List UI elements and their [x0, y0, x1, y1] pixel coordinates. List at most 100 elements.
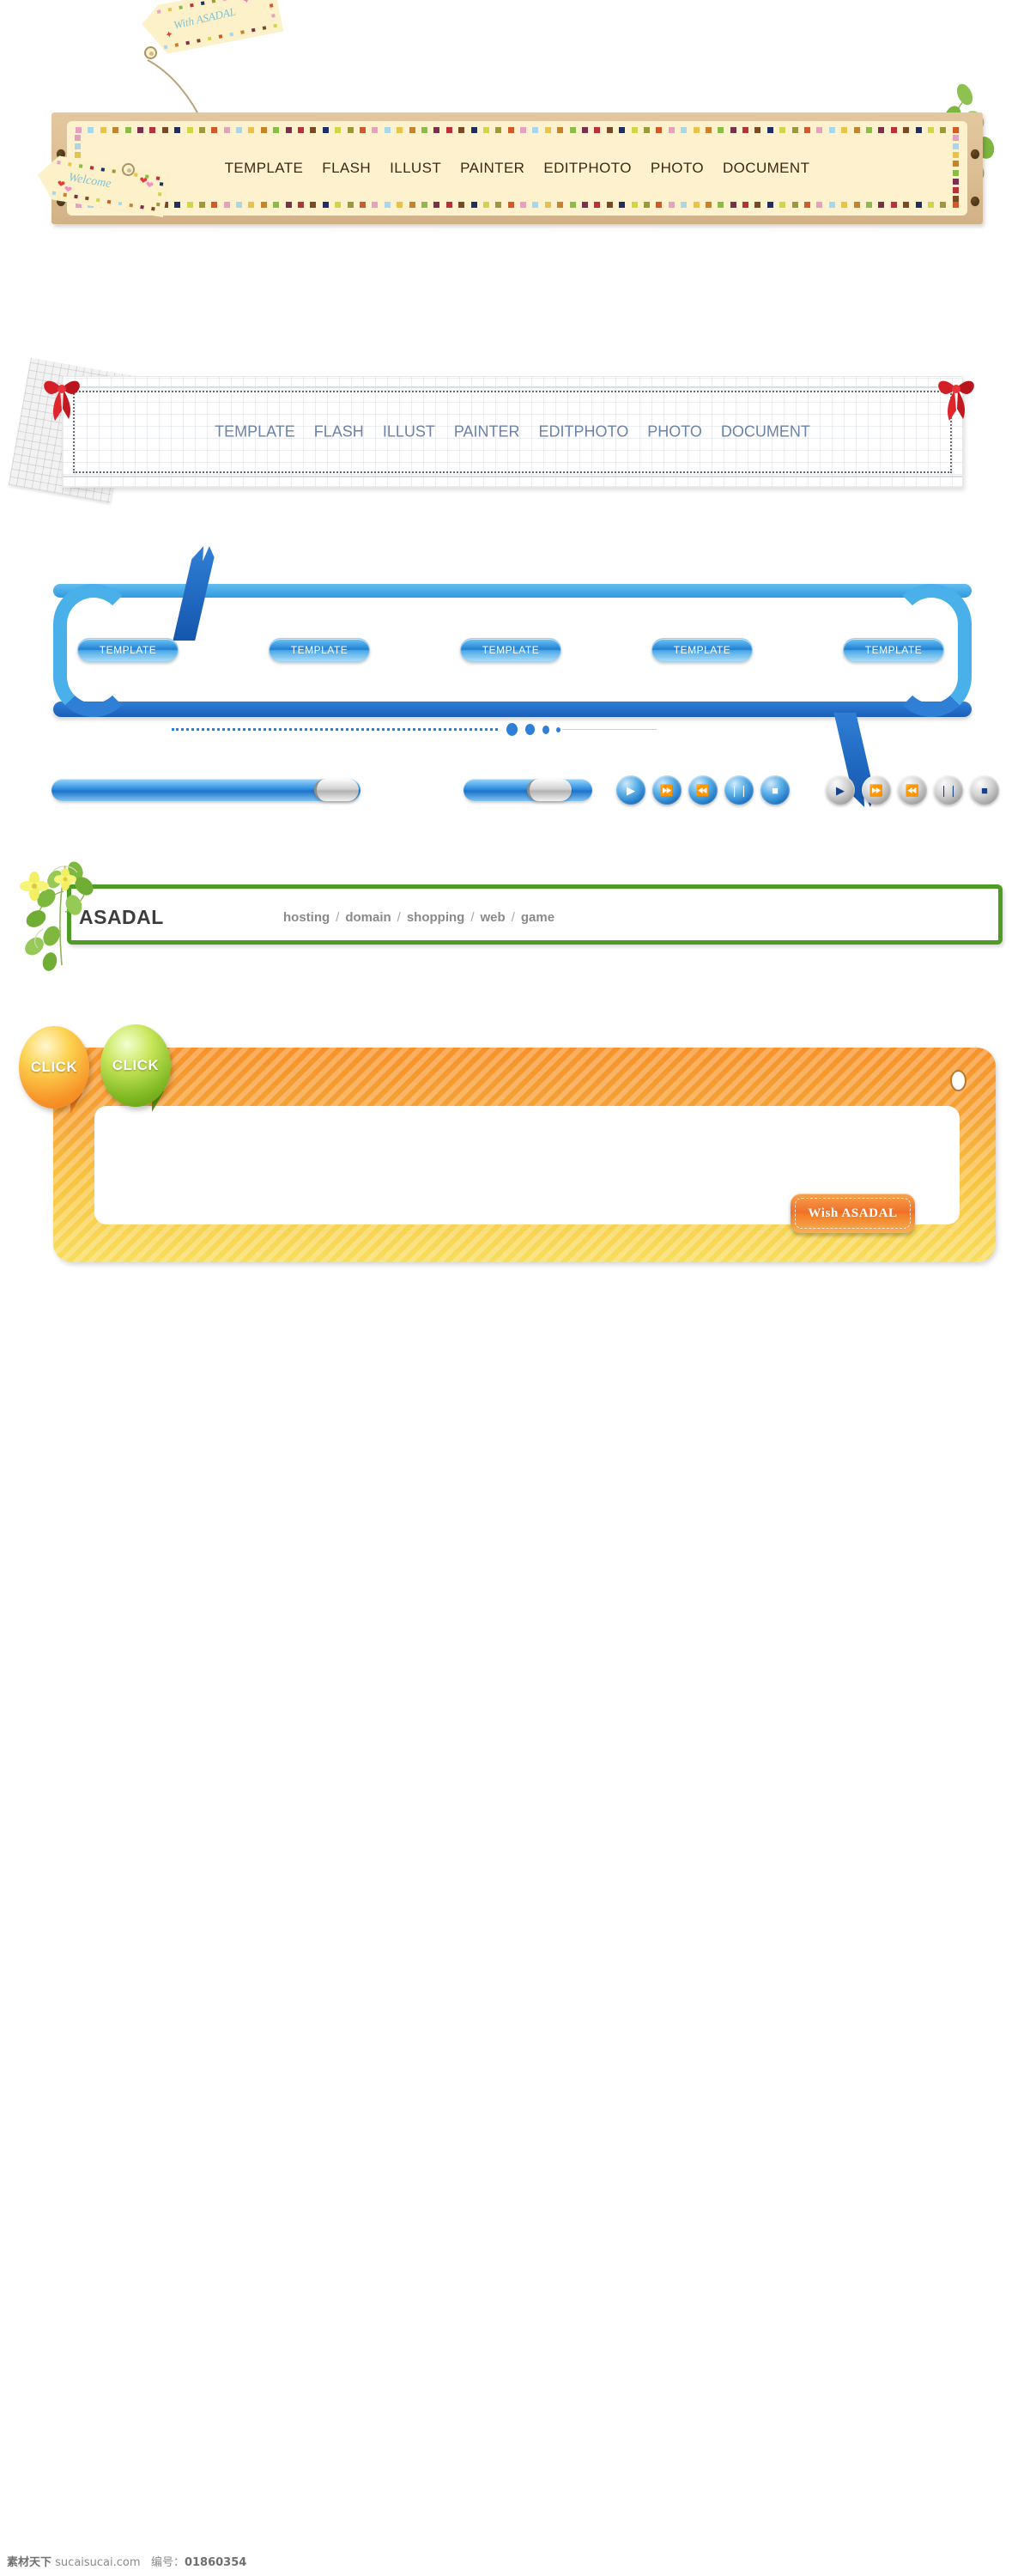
menu-item-editphoto[interactable]: EDITPHOTO: [539, 423, 629, 441]
paper-menu-list[interactable]: TEMPLATE FLASH ILLUST PAINTER EDITPHOTO PHOTO…: [63, 423, 962, 441]
play-icon[interactable]: ▶: [616, 775, 645, 805]
decorative-dot: [160, 182, 164, 186]
decorative-dot: [791, 127, 798, 133]
decorative-dot: [582, 127, 589, 133]
link-separator: /: [397, 910, 401, 925]
decorative-dot: [409, 202, 415, 208]
decorative-dot: [174, 202, 181, 208]
template-button[interactable]: TEMPLATE: [651, 638, 753, 662]
dot-border-bottom: [76, 202, 959, 210]
decorative-dot: [285, 127, 292, 133]
dotted-line: [172, 728, 498, 731]
decorative-dot: [347, 202, 354, 208]
menu-item-illust[interactable]: ILLUST: [383, 423, 435, 441]
template-button[interactable]: TEMPLATE: [77, 638, 179, 662]
green-link-domain[interactable]: domain: [345, 910, 391, 925]
green-link-shopping[interactable]: shopping: [407, 910, 465, 925]
decorative-dot: [174, 127, 181, 133]
menu-item-template[interactable]: TEMPLATE: [225, 160, 304, 177]
glyph: ❘❘: [939, 783, 958, 797]
menu-item-flash[interactable]: FLASH: [322, 160, 371, 177]
decorative-dot: [79, 164, 83, 168]
decorative-dot: [168, 8, 173, 12]
template-button[interactable]: TEMPLATE: [843, 638, 944, 662]
rewind-icon[interactable]: ⏪: [688, 775, 718, 805]
wish-asadal-button[interactable]: Wish ASADAL: [791, 1194, 915, 1233]
decorative-dot: [248, 202, 255, 208]
menu-item-document[interactable]: DOCUMENT: [723, 160, 809, 177]
menu-item-photo[interactable]: PHOTO: [647, 423, 702, 441]
decorative-dot: [384, 202, 391, 208]
decorative-dot: [742, 202, 749, 208]
fast-forward-icon[interactable]: ⏩: [652, 775, 682, 805]
decorative-dot: [804, 127, 811, 133]
decorative-dot: [90, 166, 94, 170]
click-bubble-orange[interactable]: CLICK: [19, 1026, 89, 1109]
green-link-hosting[interactable]: hosting: [283, 910, 330, 925]
ribbon-bow-icon: [44, 380, 80, 421]
menu-item-editphoto[interactable]: EDITPHOTO: [543, 160, 631, 177]
decorative-dot: [594, 127, 601, 133]
decorative-dot: [198, 127, 205, 133]
decorative-dot: [101, 167, 106, 172]
decorative-dot: [161, 127, 168, 133]
decorative-dot: [828, 127, 835, 133]
pause-icon[interactable]: ❘❘: [724, 775, 754, 805]
menu-item-photo[interactable]: PHOTO: [651, 160, 704, 177]
menu-item-painter[interactable]: PAINTER: [454, 423, 520, 441]
stop-icon[interactable]: ■: [760, 775, 790, 805]
decorative-dot: [730, 127, 736, 133]
green-link-list[interactable]: hosting / domain / shopping / web / game: [283, 910, 554, 925]
decorative-dot: [271, 14, 276, 18]
menu-item-flash[interactable]: FLASH: [314, 423, 364, 441]
decorative-dot: [359, 127, 366, 133]
beige-menu-list[interactable]: TEMPLATE FLASH ILLUST PAINTER EDITPHOTO PHOTO…: [67, 160, 967, 177]
progress-knob[interactable]: [314, 779, 359, 801]
decorative-dot: [606, 127, 613, 133]
pause-icon[interactable]: ❘❘: [934, 775, 963, 805]
decorative-dot: [57, 161, 61, 165]
decorative-dot: [953, 178, 959, 185]
stop-icon[interactable]: ■: [970, 775, 999, 805]
decorative-dot: [179, 5, 183, 9]
decorative-dot: [164, 46, 168, 50]
glyph: ■: [772, 783, 779, 797]
decorative-dot: [222, 0, 227, 1]
decorative-dot: [866, 202, 872, 208]
progress-bar-long[interactable]: [52, 779, 360, 801]
decorative-dot: [68, 162, 72, 167]
green-link-game[interactable]: game: [521, 910, 554, 925]
decorative-dot: [433, 202, 440, 208]
decorative-dot: [212, 0, 216, 3]
tag-eyelet-icon: [122, 163, 135, 176]
menu-item-painter[interactable]: PAINTER: [460, 160, 524, 177]
glyph: ❘❘: [730, 783, 748, 797]
click-bubble-green[interactable]: CLICK: [100, 1024, 171, 1107]
decorative-dot: [606, 202, 613, 208]
decorative-dot: [482, 127, 489, 133]
decorative-dot: [359, 202, 366, 208]
decorative-dot: [878, 127, 885, 133]
decorative-dot: [668, 202, 675, 208]
decorative-dot: [804, 202, 811, 208]
template-button[interactable]: TEMPLATE: [269, 638, 370, 662]
template-button-row[interactable]: TEMPLATE TEMPLATE TEMPLATE TEMPLATE TEMPLATE: [77, 638, 944, 662]
decorative-dot: [903, 127, 910, 133]
template-button[interactable]: TEMPLATE: [460, 638, 561, 662]
green-link-web[interactable]: web: [481, 910, 506, 925]
menu-item-illust[interactable]: ILLUST: [390, 160, 441, 177]
link-separator: /: [336, 910, 340, 925]
decorative-dot: [953, 135, 959, 141]
rewind-icon[interactable]: ⏪: [898, 775, 927, 805]
decorative-dot: [495, 202, 502, 208]
progress-bar-short[interactable]: [464, 779, 592, 801]
decorative-dot: [397, 202, 403, 208]
menu-item-document[interactable]: DOCUMENT: [721, 423, 810, 441]
dot-border-top: [76, 127, 959, 135]
menu-item-template[interactable]: TEMPLATE: [215, 423, 295, 441]
decorative-dot: [470, 127, 477, 133]
fast-forward-icon[interactable]: ⏩: [862, 775, 891, 805]
play-icon[interactable]: ▶: [826, 775, 855, 805]
decorative-dot: [890, 202, 897, 208]
progress-knob[interactable]: [527, 779, 572, 801]
